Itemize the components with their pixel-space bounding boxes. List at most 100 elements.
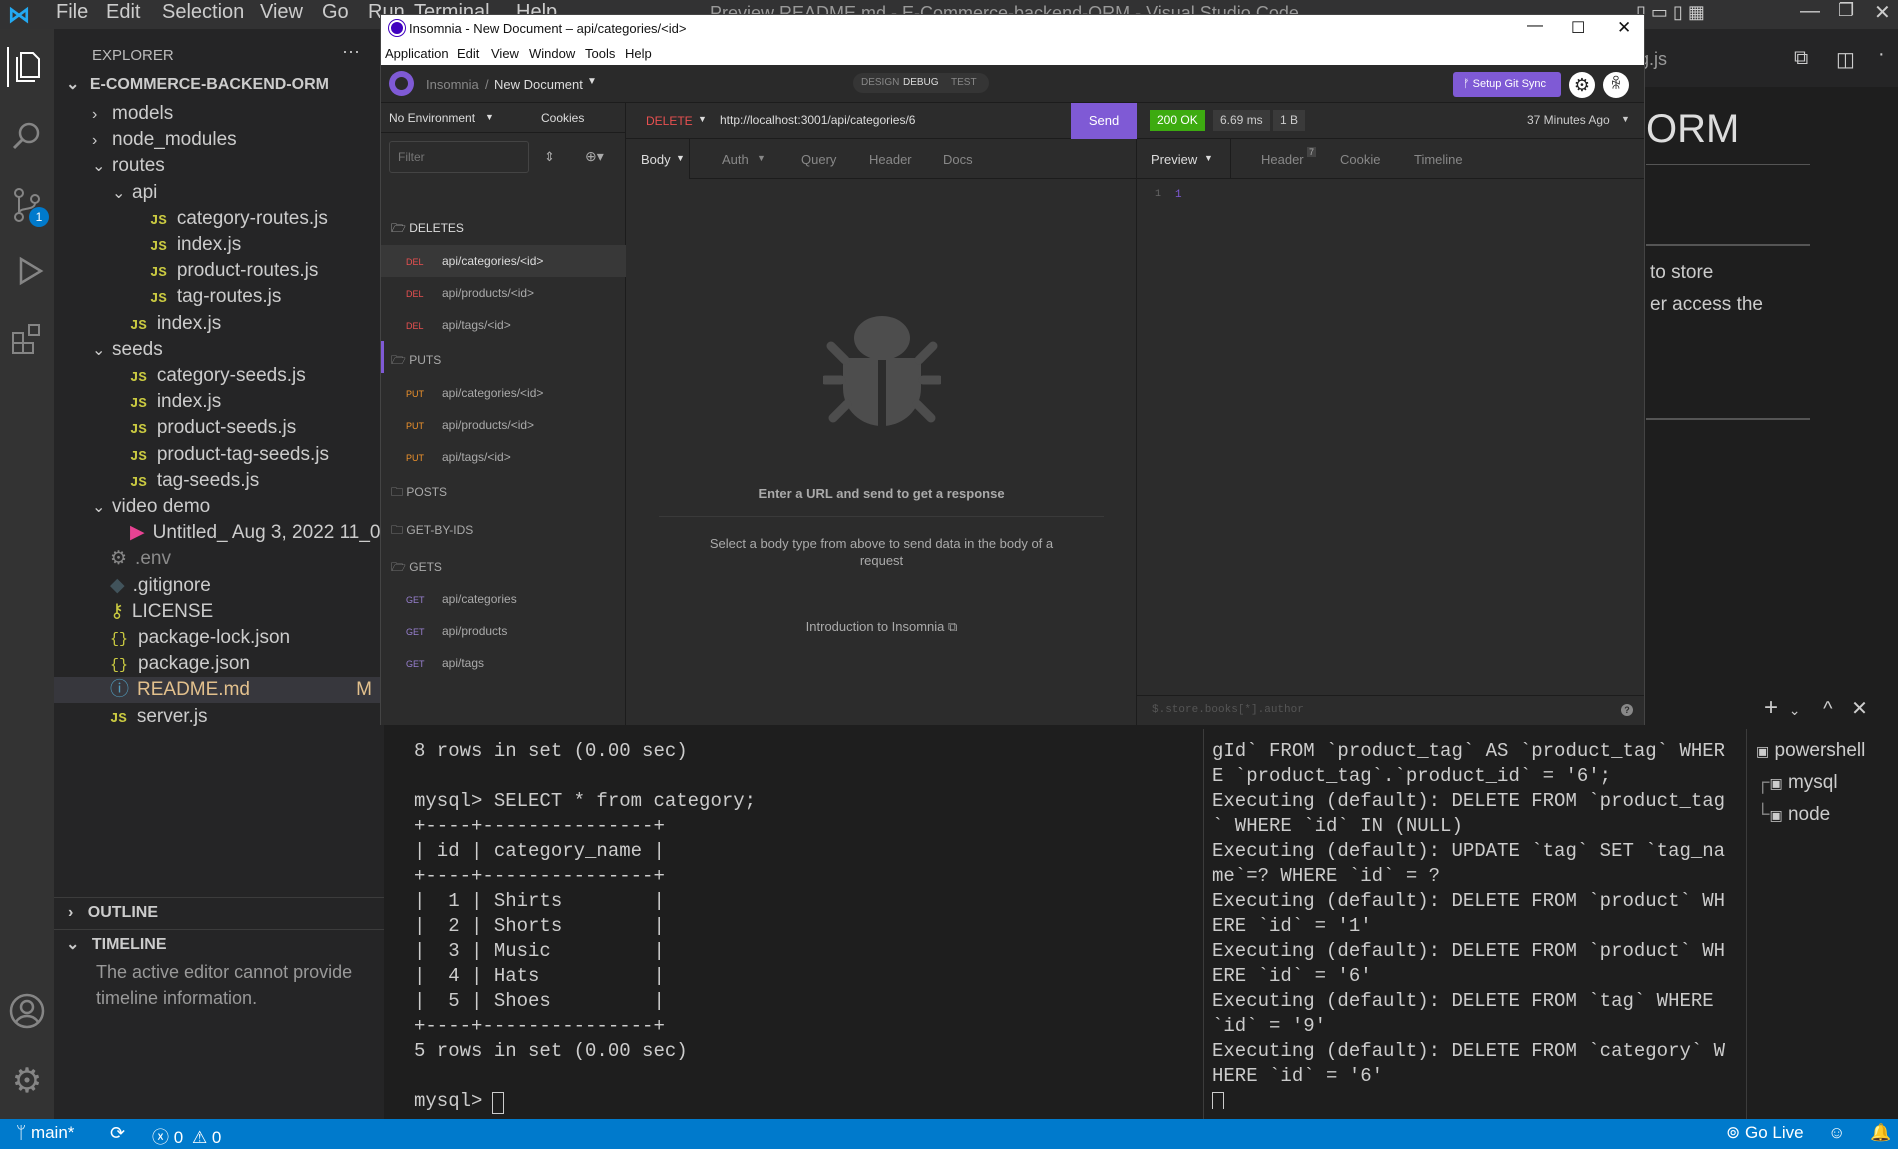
close-panel-icon[interactable]: ✕ bbox=[1851, 698, 1868, 720]
open-preview-icon[interactable]: ⧉ bbox=[1794, 47, 1808, 70]
request-item[interactable]: GET api/categories bbox=[381, 583, 626, 615]
menu-file[interactable]: File bbox=[56, 1, 88, 24]
chevron-down-icon[interactable]: ⌄ bbox=[1789, 702, 1801, 718]
project-header[interactable]: ⌄ E-COMMERCE-BACKEND-ORM bbox=[54, 69, 384, 101]
restore-icon[interactable]: ❐ bbox=[1838, 0, 1854, 21]
tab-docs[interactable]: Docs bbox=[943, 152, 973, 167]
tree-item[interactable]: ◆ .gitignore bbox=[54, 573, 384, 599]
account-icon[interactable] bbox=[7, 991, 47, 1031]
tree-item[interactable]: ⌄ seeds bbox=[54, 337, 384, 363]
response-filter-input[interactable]: $.store.books[*].author bbox=[1152, 704, 1304, 716]
close-icon[interactable]: ✕ bbox=[1874, 0, 1891, 25]
notifications-bell-icon[interactable]: 🔔 bbox=[1870, 1123, 1891, 1143]
request-item[interactable]: PUT api/categories/<id> bbox=[381, 377, 626, 409]
caret-down-icon[interactable]: ▼ bbox=[1621, 114, 1630, 124]
new-terminal-icon[interactable]: + bbox=[1764, 694, 1778, 721]
tree-item[interactable]: › models bbox=[54, 101, 384, 127]
caret-down-icon[interactable]: ▼ bbox=[698, 114, 707, 124]
menu-application[interactable]: Application bbox=[385, 46, 449, 61]
tree-item[interactable]: JS tag-seeds.js bbox=[54, 468, 384, 494]
outline-section[interactable]: › OUTLINE bbox=[54, 897, 384, 927]
caret-down-icon[interactable]: ▼ bbox=[485, 112, 494, 122]
menu-edit[interactable]: Edit bbox=[457, 46, 479, 61]
problems-indicator[interactable]: ⓧ 0 ⚠ 0 bbox=[152, 1123, 221, 1148]
menu-help[interactable]: Help bbox=[625, 46, 652, 61]
account-icon[interactable]: ꆜ bbox=[1603, 72, 1629, 98]
more-icon[interactable]: · bbox=[1878, 43, 1885, 66]
tree-item[interactable]: JS product-tag-seeds.js bbox=[54, 442, 384, 468]
feedback-icon[interactable]: ☺ bbox=[1828, 1123, 1845, 1143]
tab-header[interactable]: Header bbox=[869, 152, 912, 167]
terminal-item-node[interactable]: └▣ node bbox=[1756, 799, 1865, 831]
filter-input[interactable] bbox=[389, 141, 529, 173]
tree-item[interactable]: {} package.json bbox=[54, 651, 384, 677]
tree-item[interactable]: ⓘ README.md M bbox=[54, 677, 384, 704]
help-icon[interactable]: ? bbox=[1621, 704, 1633, 716]
response-body[interactable]: 1 bbox=[1175, 189, 1182, 201]
source-control-icon[interactable]: 1 bbox=[7, 185, 49, 227]
menu-view[interactable]: View bbox=[491, 46, 519, 61]
folder-puts[interactable]: 🗁 PUTS bbox=[391, 351, 441, 372]
mode-debug[interactable]: DEBUG bbox=[903, 77, 939, 88]
request-item[interactable]: GET api/products bbox=[381, 615, 626, 647]
preferences-gear-icon[interactable]: ⚙ bbox=[1569, 72, 1595, 98]
menu-edit[interactable]: Edit bbox=[106, 1, 140, 24]
menu-selection[interactable]: Selection bbox=[162, 1, 244, 24]
mode-design[interactable]: DESIGN bbox=[861, 77, 899, 88]
request-item[interactable]: GET api/tags bbox=[381, 647, 626, 679]
terminal-right[interactable]: gId` FROM `product_tag` AS `product_tag`… bbox=[1212, 739, 1732, 1109]
explorer-icon[interactable] bbox=[7, 47, 47, 87]
tree-item[interactable]: JS server.js bbox=[54, 704, 384, 730]
menu-tools[interactable]: Tools bbox=[585, 46, 615, 61]
menu-go[interactable]: Go bbox=[322, 1, 349, 24]
minimize-icon[interactable]: — bbox=[1800, 0, 1820, 23]
folder-gets[interactable]: 🗁 GETS bbox=[391, 558, 442, 579]
sort-icon[interactable]: ⇕ bbox=[544, 149, 555, 165]
history-dropdown[interactable]: 37 Minutes Ago bbox=[1527, 113, 1610, 127]
tab-header[interactable]: Header bbox=[1261, 152, 1304, 167]
tree-item[interactable]: JS category-seeds.js bbox=[54, 363, 384, 389]
caret-down-icon[interactable]: ▼ bbox=[587, 76, 597, 87]
document-name[interactable]: New Document bbox=[494, 77, 583, 92]
tree-item[interactable]: ⌄ routes bbox=[54, 153, 384, 179]
environment-select[interactable]: No Environment bbox=[389, 111, 475, 125]
tree-item[interactable]: ⌄ video demo bbox=[54, 494, 384, 520]
request-item[interactable]: PUT api/products/<id> bbox=[381, 409, 626, 441]
menu-window[interactable]: Window bbox=[529, 46, 575, 61]
split-editor-icon[interactable]: ◫ bbox=[1836, 47, 1855, 72]
tree-item[interactable]: JS index.js bbox=[54, 389, 384, 415]
layout-icon[interactable]: ▯ ▭ ▯ ▦ bbox=[1636, 2, 1705, 23]
tab-auth[interactable]: Auth bbox=[722, 152, 749, 167]
intro-link[interactable]: Introduction to Insomnia ⧉ bbox=[626, 619, 1137, 635]
tree-item[interactable]: JS product-seeds.js bbox=[54, 415, 384, 441]
breadcrumb-root[interactable]: Insomnia bbox=[426, 77, 479, 92]
method-select[interactable]: DELETE bbox=[646, 114, 693, 128]
settings-gear-icon[interactable]: ⚙ bbox=[7, 1061, 47, 1101]
tree-item[interactable]: JS tag-routes.js bbox=[54, 284, 384, 310]
tree-item[interactable]: ⚷ LICENSE bbox=[54, 599, 384, 625]
terminal-split-divider[interactable] bbox=[1203, 729, 1204, 1119]
folder-posts[interactable]: 🗀 POSTS bbox=[391, 483, 447, 504]
tab-cookie[interactable]: Cookie bbox=[1340, 152, 1380, 167]
insomnia-home-icon[interactable] bbox=[389, 71, 414, 96]
mode-test[interactable]: TEST bbox=[951, 77, 977, 88]
extensions-icon[interactable] bbox=[7, 319, 47, 359]
tree-item[interactable]: JS index.js bbox=[54, 232, 384, 258]
tree-item[interactable]: {} package-lock.json bbox=[54, 625, 384, 651]
more-actions-icon[interactable]: ··· bbox=[342, 41, 360, 62]
request-item[interactable]: DEL api/tags/<id> bbox=[381, 309, 626, 341]
folder-deletes[interactable]: 🗁 DELETES bbox=[391, 219, 464, 240]
url-input[interactable]: http://localhost:3001/api/categories/6 bbox=[720, 113, 915, 127]
tree-item[interactable]: ⌄ api bbox=[54, 180, 384, 206]
terminal-item-mysql[interactable]: ┌▣ mysql bbox=[1756, 767, 1865, 799]
request-item[interactable]: PUT api/tags/<id> bbox=[381, 441, 626, 473]
request-item[interactable]: DEL api/categories/<id> bbox=[381, 245, 626, 277]
menu-view[interactable]: View bbox=[260, 1, 303, 24]
close-icon[interactable]: ✕ bbox=[1617, 18, 1631, 38]
tree-item[interactable]: › node_modules bbox=[54, 127, 384, 153]
send-button[interactable]: Send bbox=[1071, 103, 1137, 139]
terminal-item-powershell[interactable]: ▣ powershell bbox=[1756, 735, 1865, 767]
go-live-button[interactable]: ⊚ Go Live bbox=[1726, 1123, 1804, 1143]
maximize-icon[interactable]: ☐ bbox=[1571, 18, 1585, 38]
git-sync-button[interactable]: ᚠ Setup Git Sync bbox=[1453, 72, 1561, 97]
